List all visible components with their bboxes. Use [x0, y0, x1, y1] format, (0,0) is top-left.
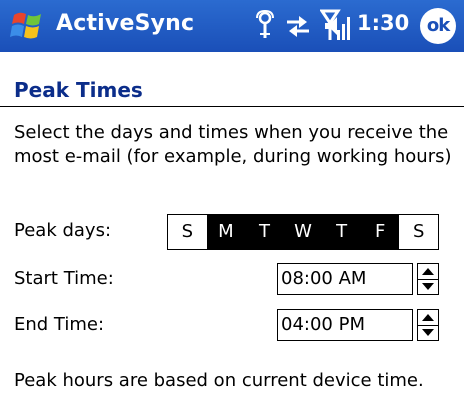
start-time-field[interactable]: 08:00 AM [277, 263, 413, 295]
arrow-up-icon [422, 314, 434, 321]
divider [0, 106, 464, 107]
clock[interactable]: 1:30 [357, 11, 409, 35]
end-time-field[interactable]: 04:00 PM [277, 309, 413, 341]
end-time-spinner[interactable] [417, 309, 439, 341]
end-time-up-button[interactable] [418, 310, 438, 326]
end-time-down-button[interactable] [418, 325, 438, 340]
peak-days-selector[interactable]: S M T W T F S [167, 214, 439, 250]
day-monday[interactable]: M [206, 215, 246, 249]
description-text: Select the days and times when you recei… [14, 122, 452, 167]
section-title: Peak Times [14, 78, 143, 102]
peak-days-label: Peak days: [14, 220, 112, 241]
connectivity-icon[interactable] [254, 10, 276, 42]
start-time-up-button[interactable] [418, 264, 438, 280]
start-time-label: Start Time: [14, 268, 114, 289]
speaker-icon[interactable] [323, 15, 353, 37]
day-wednesday[interactable]: W [283, 215, 323, 249]
end-time-label: End Time: [14, 314, 105, 335]
day-sunday[interactable]: S [168, 215, 207, 249]
day-tuesday[interactable]: T [245, 215, 284, 249]
sync-icon[interactable] [283, 14, 313, 38]
app-title: ActiveSync [56, 11, 195, 36]
start-time-spinner[interactable] [417, 263, 439, 295]
day-friday[interactable]: F [360, 215, 400, 249]
ok-button[interactable]: ok [420, 8, 456, 44]
start-time-down-button[interactable] [418, 279, 438, 294]
arrow-down-icon [422, 283, 434, 290]
arrow-up-icon [422, 268, 434, 275]
windows-flag-icon[interactable] [8, 9, 48, 43]
day-thursday[interactable]: T [322, 215, 361, 249]
arrow-down-icon [422, 329, 434, 336]
day-saturday[interactable]: S [399, 215, 439, 249]
footer-note: Peak hours are based on current device t… [14, 370, 424, 391]
title-bar: ActiveSync 1:30 ok [0, 0, 464, 52]
